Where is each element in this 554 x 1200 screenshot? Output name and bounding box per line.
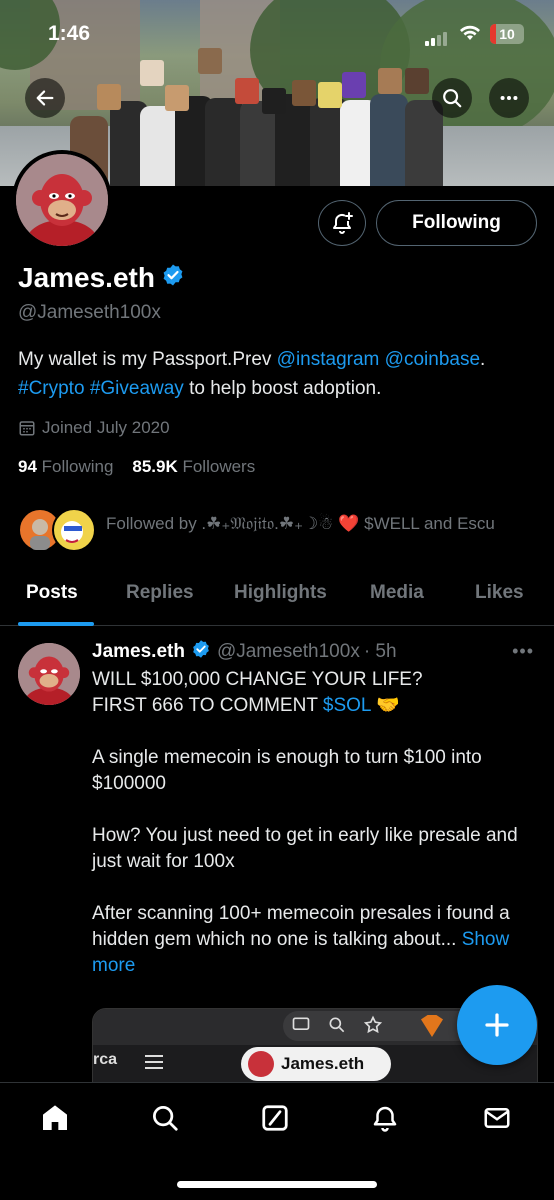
post-paragraph: A single memecoin is enough to turn $100… [92,747,482,794]
arrow-left-icon [36,90,54,106]
hashtag-crypto[interactable]: #Crypto [18,378,85,399]
cellular-signal-icon [425,28,449,46]
handshake-emoji: 🤝 [370,695,400,716]
following-label: Following [36,457,114,476]
profile-name: James.eth [18,262,155,293]
post-paragraph: How? You just need to get in early like … [92,825,518,872]
mention-coinbase[interactable]: @coinbase [385,349,480,370]
tab-posts[interactable]: Posts [26,560,78,626]
post-author-avatar[interactable] [18,643,80,705]
post-more-icon[interactable]: ••• [512,641,534,662]
tab-likes[interactable]: Likes [475,560,524,626]
followed-by-avatars[interactable] [18,508,98,554]
search-icon [153,1106,178,1131]
profile-tabs: Posts Replies Highlights Media Likes [0,560,554,626]
joined-date: Joined July 2020 [18,418,170,438]
cashtag-sol[interactable]: $SOL [323,695,371,716]
active-tab-indicator [18,622,94,626]
profile-bio: My wallet is my Passport.Prev @instagram… [18,345,538,403]
follow-counts: 94 Following 85.9K Followers [18,457,255,477]
post-author-handle[interactable]: @Jameseth100x [217,641,360,663]
nav-notifications[interactable] [368,1101,402,1135]
nav-grok[interactable] [258,1101,292,1135]
nav-home[interactable] [38,1101,72,1135]
post-line: FIRST 666 TO COMMENT [92,695,323,716]
battery-level: 10 [499,26,515,42]
post-line: WILL $100,000 CHANGE YOUR LIFE? [92,669,423,690]
tab-media[interactable]: Media [370,560,424,626]
mention-instagram[interactable]: @instagram [277,349,380,370]
cast-icon [292,1017,310,1030]
home-indicator[interactable] [177,1181,377,1188]
search-icon [443,89,462,108]
followers-label: Followers [177,457,256,476]
status-bar: 1:46 10 [0,0,554,70]
media-chip-avatar [248,1051,274,1077]
joined-text: Joined July 2020 [42,418,170,437]
star-icon [363,1015,383,1034]
followers-count: 85.9K [132,457,178,476]
grok-icon [262,1105,288,1131]
tab-highlights[interactable]: Highlights [234,560,327,626]
more-horizontal-icon [500,95,518,101]
bio-text: . [480,349,486,370]
tab-replies[interactable]: Replies [126,560,194,626]
following-count: 94 [18,457,37,476]
profile-name-row: James.eth [18,262,185,294]
follower-avatar [52,508,96,552]
nav-messages[interactable] [480,1101,514,1135]
zoom-icon [329,1017,345,1033]
post-text: WILL $100,000 CHANGE YOUR LIFE? FIRST 66… [92,667,542,979]
post-time[interactable]: · 5h [364,641,397,663]
post-author-name[interactable]: James.eth [92,641,185,663]
following-count-link[interactable]: 94 Following [18,457,113,476]
media-left-text: rca [93,1051,118,1068]
search-button[interactable] [432,78,472,118]
nav-search[interactable] [148,1101,182,1135]
followers-count-link[interactable]: 85.9K Followers [132,457,255,476]
back-button[interactable] [25,78,65,118]
post-paragraph: After scanning 100+ memecoin presales i … [92,903,510,950]
profile-handle: @Jameseth100x [18,302,161,323]
post-header: James.eth @Jameseth100x · 5h [92,639,397,665]
bio-text: My wallet is my Passport.Prev [18,349,277,370]
verified-badge-icon[interactable] [161,262,185,294]
profile-avatar[interactable] [12,150,112,250]
home-icon [43,1105,67,1130]
menu-icon [143,1053,165,1076]
bell-plus-icon [333,212,353,234]
messages-icon [484,1108,510,1128]
plus-icon [485,1013,509,1037]
verified-badge-icon[interactable] [191,639,211,665]
more-options-button[interactable] [489,78,529,118]
wifi-icon [458,24,482,47]
notifications-toggle-button[interactable] [318,200,366,246]
bio-text: to help boost adoption. [183,378,382,399]
battery-indicator: 10 [490,24,524,44]
calendar-icon [19,421,35,436]
hashtag-giveaway[interactable]: #Giveaway [90,378,184,399]
notifications-icon [373,1106,397,1132]
compose-post-button[interactable] [457,985,537,1065]
following-button[interactable]: Following [376,200,537,246]
ape-avatar-image [16,154,108,246]
status-time: 1:46 [48,22,91,45]
followed-by-text[interactable]: Followed by .☘₊𝔐𝔬𝔧𝔦𝔱𝔬.☘₊☽☃ ❤️ $WELL and … [106,514,495,534]
